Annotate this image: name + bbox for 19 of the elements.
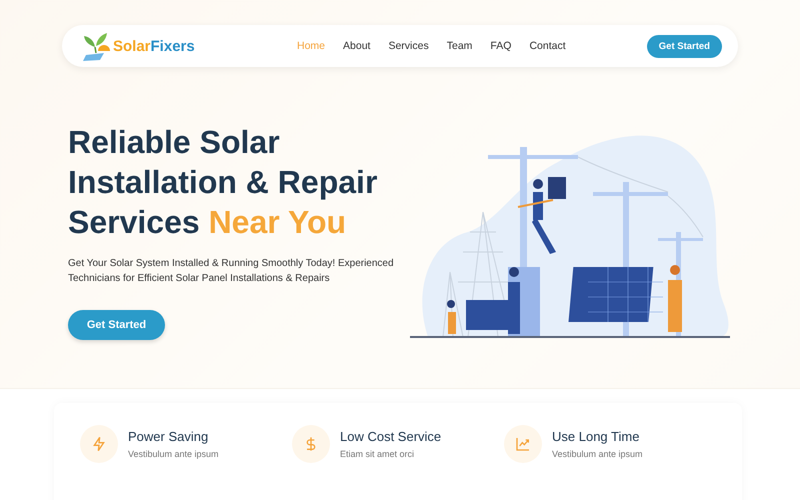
feature-description: Vestibulum ante ipsum [128, 449, 219, 459]
feature-description: Etiam sit amet orci [340, 449, 416, 459]
trend-chart-icon [504, 425, 542, 463]
feature-title: Low Cost Service [340, 429, 442, 444]
sprout-sun-icon [82, 31, 110, 61]
lightning-icon [80, 425, 118, 463]
feature-title: Use Long Time [552, 429, 640, 444]
logo-text: Fixers [150, 38, 195, 54]
feature-title: Power Saving [128, 429, 210, 444]
nav-link[interactable]: Services [388, 40, 429, 52]
hero-title: Reliable Solar Installation & Repair Services Near You [68, 123, 378, 242]
feature-description: Vestibulum ante ipsum [552, 449, 643, 459]
nav-link[interactable]: About [343, 40, 370, 52]
nav-link[interactable]: Contact [529, 40, 566, 52]
dollar-icon [292, 425, 330, 463]
logo-text: Solar [113, 38, 151, 54]
hero-subtitle: Get Your Solar System Installed & Running Smoothly Today! Experienced Technicians for Efficient Solar Panel Installations & Repairs [68, 257, 395, 286]
nav-link[interactable]: Team [446, 40, 472, 52]
nav-link[interactable]: FAQ [490, 40, 512, 52]
